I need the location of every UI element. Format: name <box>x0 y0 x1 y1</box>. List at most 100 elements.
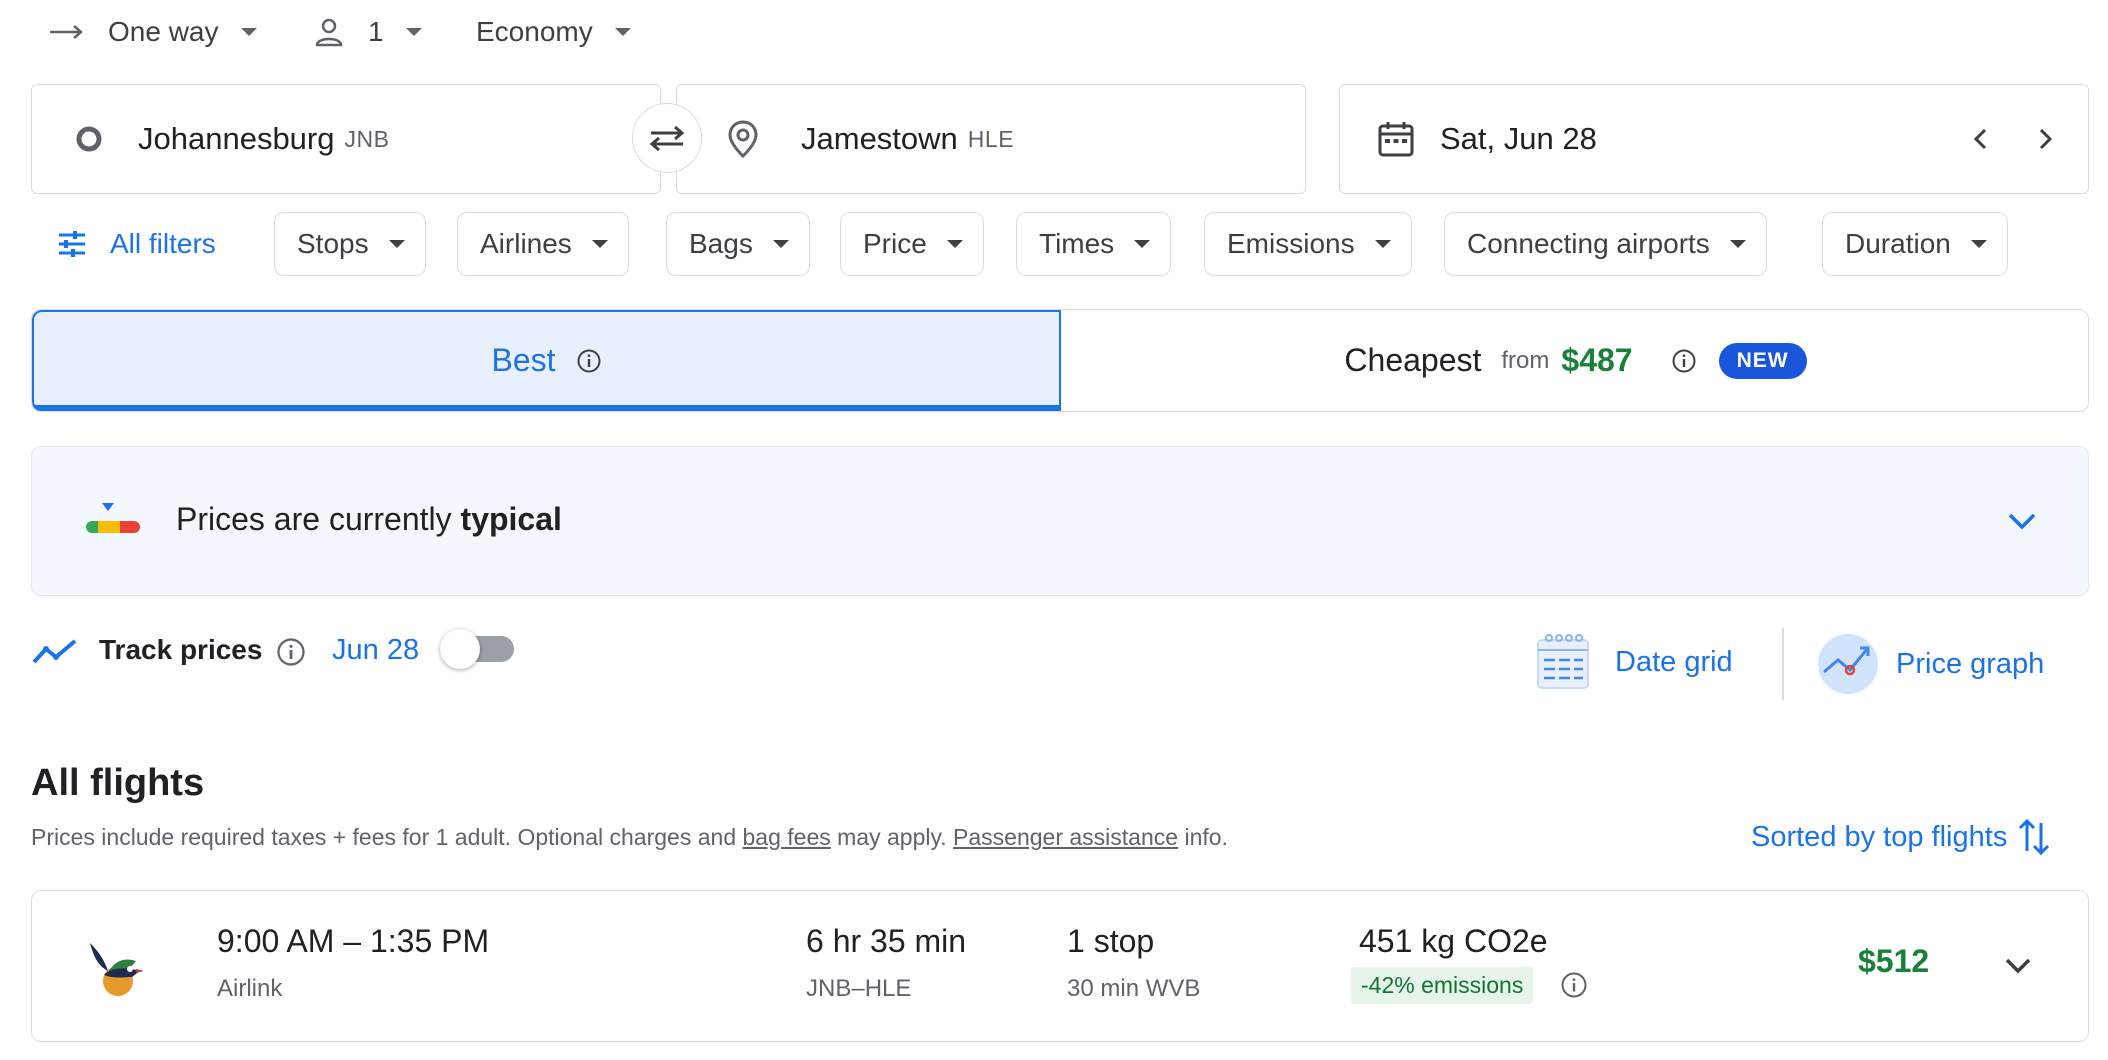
chip-label: Bags <box>689 228 753 259</box>
cabin-class-select[interactable]: Economy <box>476 0 631 64</box>
divider <box>1782 628 1784 700</box>
price-level-indicator-icon <box>84 501 144 537</box>
chip-label: Connecting airports <box>1467 228 1710 259</box>
destination-input[interactable]: Jamestown HLE <box>676 84 1306 194</box>
flight-duration: 6 hr 35 min <box>806 923 967 959</box>
track-prices-toggle-knob[interactable] <box>440 629 480 669</box>
chevron-down-icon <box>946 240 963 248</box>
chip-label: Airlines <box>480 228 572 259</box>
tab-cheapest-price: $487 <box>1561 342 1633 378</box>
filter-chip-emissions[interactable]: Emissions <box>1204 212 1412 276</box>
airline-logo-icon <box>84 931 146 999</box>
sort-arrows-icon <box>2017 815 2051 859</box>
chip-label: Price <box>863 228 927 259</box>
chevron-right-icon <box>2039 128 2053 150</box>
sort-label: Sorted by top flights <box>1751 820 2008 853</box>
price-graph-icon <box>1816 632 1880 696</box>
origin-code: JNB <box>344 125 390 152</box>
chevron-down-icon <box>405 28 422 36</box>
chip-label: Emissions <box>1227 228 1355 259</box>
chevron-down-icon <box>2005 958 2031 974</box>
chevron-down-icon <box>1374 240 1391 248</box>
trip-type-select[interactable]: One way <box>48 0 257 64</box>
new-badge: NEW <box>1718 342 1807 379</box>
origin-city: Johannesburg <box>138 121 335 156</box>
flight-price: $512 <box>1858 943 1930 979</box>
tune-filters-icon <box>56 228 88 260</box>
chevron-down-icon <box>240 28 257 36</box>
chevron-down-icon <box>591 240 608 248</box>
flight-route: JNB–HLE <box>806 975 912 1002</box>
filter-chip-times[interactable]: Times <box>1016 212 1172 276</box>
sort-button[interactable]: Sorted by top flights <box>1751 812 2051 862</box>
date-grid-button[interactable]: Date grid <box>1535 632 1733 692</box>
location-pin-icon <box>727 119 759 159</box>
next-date-button[interactable] <box>2030 124 2060 154</box>
date-grid-icon <box>1535 632 1593 692</box>
price-disclaimer: Prices include required taxes + fees for… <box>31 824 1228 851</box>
filter-chip-connecting-airports[interactable]: Connecting airports <box>1444 212 1767 276</box>
previous-date-button[interactable] <box>1966 124 1996 154</box>
price-graph-label: Price graph <box>1896 647 2045 680</box>
chip-label: Stops <box>297 228 369 259</box>
tab-best-label: Best <box>491 342 556 378</box>
tab-best-indicator <box>32 405 1061 411</box>
all-filters-button[interactable]: All filters <box>56 212 216 276</box>
tab-cheapest[interactable]: Cheapest from $487 NEW <box>1061 310 2088 411</box>
tab-cheapest-from: from <box>1501 346 1550 374</box>
info-icon[interactable] <box>276 637 306 667</box>
tab-cheapest-label: Cheapest <box>1344 342 1482 378</box>
filter-chip-price[interactable]: Price <box>840 212 984 276</box>
info-icon[interactable] <box>1671 348 1697 374</box>
tab-best[interactable]: Best <box>32 310 1061 411</box>
price-graph-button[interactable]: Price graph <box>1816 632 2044 696</box>
airline-name: Airlink <box>217 975 283 1002</box>
chevron-down-icon <box>614 28 631 36</box>
info-icon[interactable] <box>576 348 602 374</box>
chevron-down-icon <box>1134 240 1151 248</box>
all-filters-label: All filters <box>110 228 216 259</box>
flight-emissions: 451 kg CO2e <box>1359 923 1548 959</box>
filter-chip-duration[interactable]: Duration <box>1822 212 2008 276</box>
cabin-class-value: Economy <box>476 16 593 47</box>
price-insight-level: typical <box>460 501 562 537</box>
destination-code: HLE <box>967 125 1015 152</box>
price-insight-prefix: Prices are currently <box>176 501 452 537</box>
arrow-right-icon <box>48 22 86 42</box>
origin-input[interactable]: Johannesburg JNB <box>31 84 661 194</box>
chevron-down-icon <box>1729 240 1746 248</box>
chip-label: Times <box>1039 228 1115 259</box>
info-icon[interactable] <box>1560 971 1588 999</box>
departure-date: Sat, Jun 28 <box>1440 121 1597 156</box>
destination-city: Jamestown <box>801 121 958 156</box>
passengers-select[interactable]: 1 <box>312 0 422 64</box>
calendar-icon <box>1376 119 1416 159</box>
filter-chip-bags[interactable]: Bags <box>666 212 810 276</box>
origin-circle-icon <box>74 124 104 154</box>
person-icon <box>312 15 346 49</box>
chip-label: Duration <box>1845 228 1951 259</box>
all-flights-heading: All flights <box>31 762 205 804</box>
track-prices-date: Jun 28 <box>332 634 420 666</box>
swap-arrows-icon <box>647 123 687 153</box>
date-grid-label: Date grid <box>1615 645 1733 678</box>
chevron-left-icon <box>1973 128 1987 150</box>
chevron-down-icon <box>772 240 789 248</box>
chevron-down-icon[interactable] <box>2004 503 2040 539</box>
price-insight-banner[interactable]: Prices are currently typical <box>31 446 2089 596</box>
filter-chip-airlines[interactable]: Airlines <box>457 212 629 276</box>
expand-flight-button[interactable] <box>2000 947 2036 983</box>
price-insight-text: Prices are currently typical <box>176 501 562 538</box>
passenger-assistance-link[interactable]: Passenger assistance <box>953 824 1178 850</box>
emissions-badge: -42% emissions <box>1351 967 1534 1004</box>
flight-layover: 30 min WVB <box>1067 975 1201 1002</box>
flight-times: 9:00 AM – 1:35 PM <box>217 923 490 959</box>
flight-stops: 1 stop <box>1067 923 1155 959</box>
swap-button[interactable] <box>632 103 702 173</box>
flight-card[interactable]: 9:00 AM – 1:35 PM Airlink 6 hr 35 min JN… <box>31 890 2089 1042</box>
filter-chip-stops[interactable]: Stops <box>274 212 426 276</box>
bag-fees-link[interactable]: bag fees <box>743 824 831 850</box>
passengers-value: 1 <box>368 16 384 47</box>
track-prices-label: Track prices <box>99 634 263 665</box>
trending-line-icon <box>31 637 79 667</box>
